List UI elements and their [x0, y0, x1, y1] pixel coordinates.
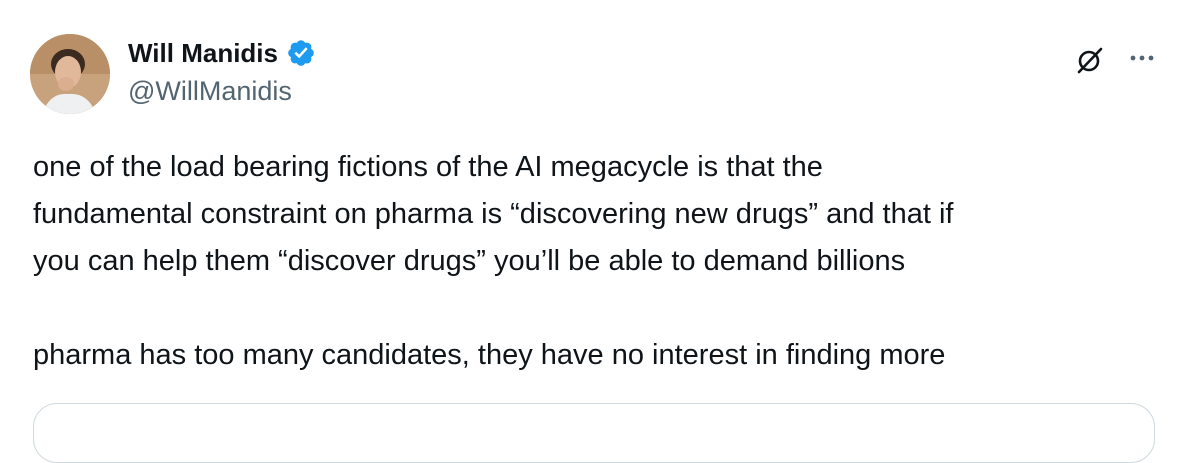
tweet-text-line: you can help them “discover drugs” you’l… [33, 245, 906, 277]
avatar[interactable] [30, 34, 110, 114]
tweet-text-line: pharma has too many candidates, they hav… [33, 339, 946, 371]
author-info: Will Manidis @WillManidis [128, 36, 316, 107]
tweet-text-line: fundamental constraint on pharma is “dis… [33, 198, 954, 230]
grok-icon [1077, 47, 1103, 74]
display-name[interactable]: Will Manidis [128, 38, 278, 69]
tweet-text: one of the load bearing fictions of the … [33, 144, 1168, 379]
handle[interactable]: @WillManidis [128, 76, 316, 107]
quote-card[interactable] [33, 403, 1155, 463]
tweet-text-line: one of the load bearing fictions of the … [33, 151, 823, 183]
more-button[interactable] [1122, 38, 1162, 78]
name-row: Will Manidis [128, 36, 316, 70]
grok-button[interactable] [1070, 40, 1110, 80]
verified-badge-icon[interactable] [286, 38, 316, 68]
more-horizontal-icon [1130, 55, 1154, 61]
avatar-image [30, 34, 110, 114]
tweet-card: Will Manidis @WillManidis one of the loa… [0, 0, 1182, 463]
